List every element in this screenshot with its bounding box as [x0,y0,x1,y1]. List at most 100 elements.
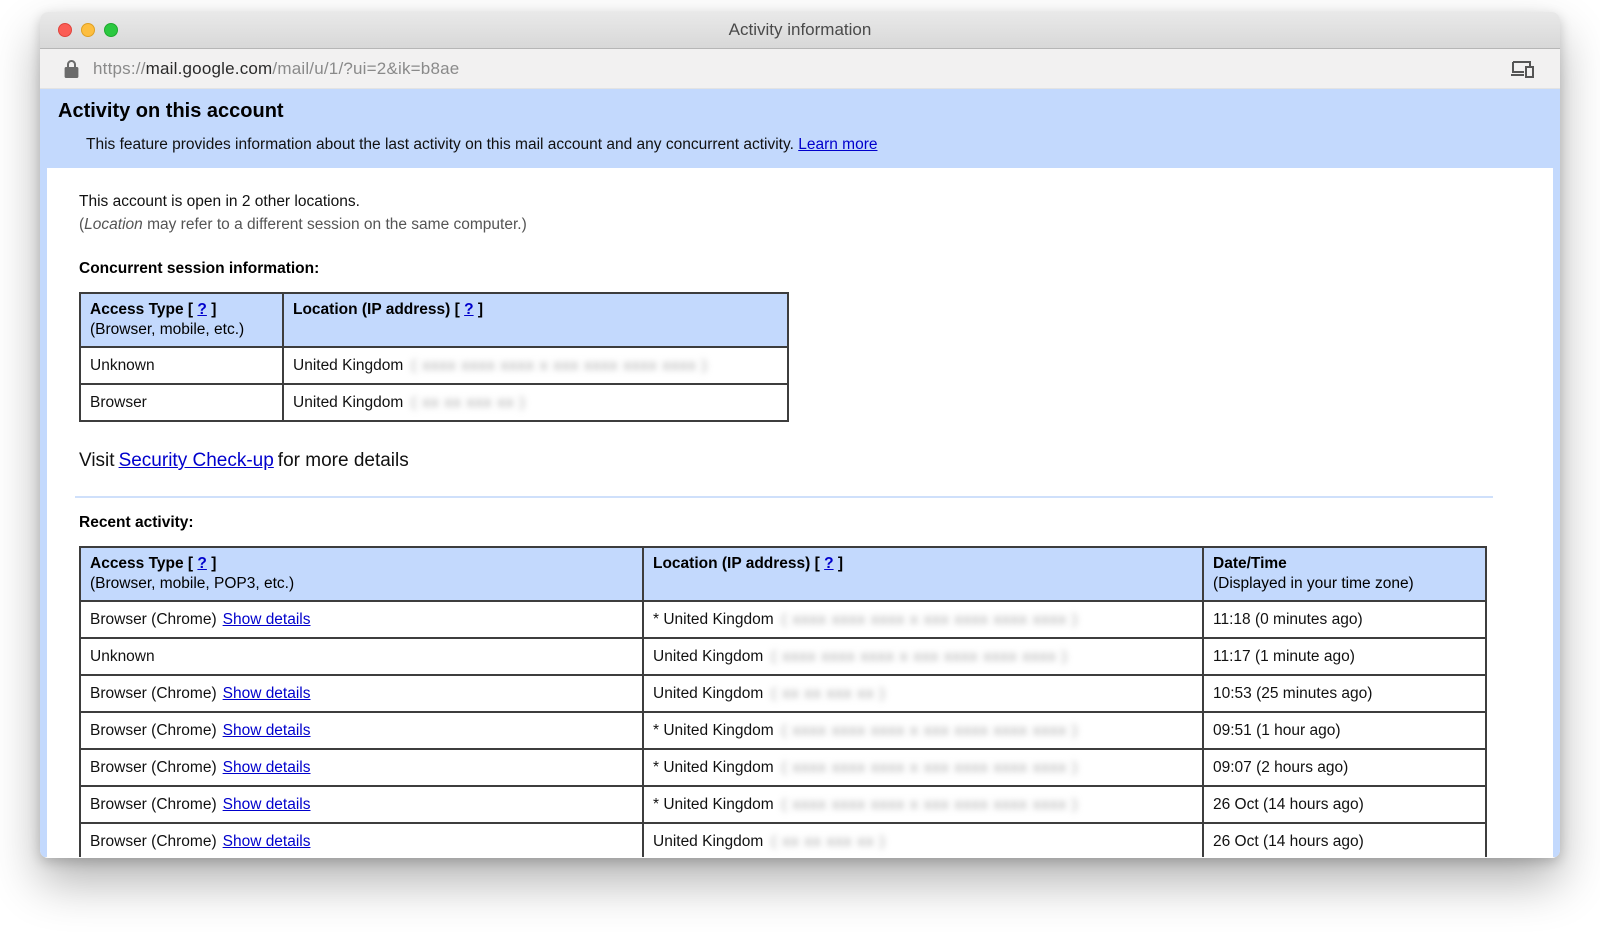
datetime-cell: 11:18 (0 minutes ago) [1203,601,1486,638]
gmail-activity-page: Activity on this account This feature pr… [40,89,1560,857]
table-row: Browser United Kingdom ( xx xx xxx xx ) [80,384,788,421]
datetime-label: Date/Time [1213,554,1476,574]
access-type-cell: Unknown [80,638,643,675]
access-type-cell: Browser (Chrome)Show details [80,712,643,749]
location-text: United Kingdom [653,833,763,850]
minimize-button[interactable] [81,23,95,37]
show-details-link[interactable]: Show details [223,759,311,776]
recent-activity-table: Access Type [ ? ] (Browser, mobile, POP3… [79,546,1487,857]
page-header: Activity on this account This feature pr… [40,89,1560,168]
redacted-ip: ( xxxx xxxx xxxx x xxx xxxx xxxx xxxx ) [782,796,1079,813]
open-locations-text: This account is open in 2 other location… [79,190,1493,213]
access-type-cell: Browser (Chrome) Show details [80,601,643,638]
recent-activity-heading: Recent activity: [79,514,1493,532]
datetime-cell: 09:51 (1 hour ago) [1203,712,1486,749]
location-cell: United Kingdom( xxxx xxxx xxxx x xxx xxx… [283,347,788,384]
access-type-cell: Browser (Chrome) Show details [80,749,643,786]
location-cell: * United Kingdom ( xxxx xxxx xxxx x xxx x… [643,712,1203,749]
access-sublabel: (Browser, mobile, etc.) [90,320,273,340]
security-checkup-line: VisitSecurity Check-upfor more details [79,450,1493,472]
page-subtitle: This feature provides information about … [86,136,1540,154]
table-row: Unknown United Kingdom( xxxx xxxx xxxx x… [80,347,788,384]
access-text: Browser (Chrome) [90,796,217,813]
devices-icon[interactable] [1510,59,1536,79]
intro-text: This account is open in 2 other location… [79,190,1493,236]
location-help-icon[interactable]: ? [824,555,833,572]
browser-window: Activity information https://mail.google… [40,12,1560,858]
access-label: Access Type [ [90,555,193,572]
table-row: Browser (Chrome) Show details * United Ki… [80,749,1486,786]
col-header-access-type: Access Type [ ? ] (Browser, mobile, POP3… [80,547,643,601]
location-bracket: ] [478,301,483,318]
security-checkup-link[interactable]: Security Check-up [119,450,274,471]
location-cell: * United Kingdom( xxxx xxxx xxxx x xxx x… [643,749,1203,786]
window-title: Activity information [729,20,872,40]
col-header-location: Location (IP address) [ ? ] [283,293,788,347]
redacted-ip: ( xx xx xxx xx ) [411,394,525,411]
subtitle-text: This feature provides information about … [86,136,794,153]
table-row: Unknown United Kingdom ( xxxx xxxx xxxx x… [80,638,1486,675]
location-text: United Kingdom [653,685,763,702]
redacted-ip: ( xx xx xxx xx ) [771,833,885,850]
redacted-ip: ( xxxx xxxx xxxx x xxx xxxx xxxx xxxx ) [782,611,1079,628]
show-details-link[interactable]: Show details [223,685,311,702]
access-type-cell: Browser [80,384,283,421]
show-details-link[interactable]: Show details [223,796,311,813]
access-type-cell: Browser (Chrome)Show details [80,823,643,857]
address-text[interactable]: https://mail.google.com/mail/u/1/?ui=2&i… [93,59,459,79]
redacted-ip: ( xxxx xxxx xxxx x xxx xxxx xxxx xxxx ) [771,648,1068,665]
url-bar[interactable]: https://mail.google.com/mail/u/1/?ui=2&i… [40,49,1560,89]
access-bracket: ] [211,555,216,572]
note-rest: may refer to a different session on the … [143,216,527,233]
visit-text: Visit [79,450,115,471]
access-label: Access Type [ [90,301,193,318]
access-text: Browser (Chrome) [90,685,217,702]
zoom-button[interactable] [104,23,118,37]
datetime-cell: 26 Oct (14 hours ago) [1203,823,1486,857]
location-text: * United Kingdom [653,611,774,628]
col-header-datetime: Date/Time (Displayed in your time zone) [1203,547,1486,601]
location-text: * United Kingdom [653,796,774,813]
table-row: Browser (Chrome) Show details United King… [80,675,1486,712]
datetime-cell: 26 Oct (14 hours ago) [1203,786,1486,823]
show-details-link[interactable]: Show details [223,611,311,628]
access-sublabel: (Browser, mobile, POP3, etc.) [90,574,633,594]
location-cell: * United Kingdom ( xxxx xxxx xxxx x xxx x… [643,601,1203,638]
access-bracket: ] [211,301,216,318]
table-row: Browser (Chrome) Show details * United Ki… [80,601,1486,638]
datetime-cell: 11:17 (1 minute ago) [1203,638,1486,675]
location-note: (Location may refer to a different sessi… [79,213,1493,236]
url-host: mail.google.com [146,59,273,78]
access-help-icon[interactable]: ? [197,555,206,572]
details-text: for more details [278,450,409,471]
table-row: Browser (Chrome) Show details * United Ki… [80,786,1486,823]
access-type-cell: Unknown [80,347,283,384]
page-title: Activity on this account [58,100,1540,123]
access-text: Browser (Chrome) [90,759,217,776]
close-button[interactable] [58,23,72,37]
access-type-cell: Browser (Chrome) Show details [80,675,643,712]
concurrent-sessions-table: Access Type [ ? ] (Browser, mobile, etc.… [79,292,789,422]
access-text: Browser (Chrome) [90,611,217,628]
show-details-link[interactable]: Show details [223,833,311,850]
location-text: * United Kingdom [653,722,774,739]
location-text: United Kingdom [653,648,763,665]
lock-icon [64,60,79,78]
access-help-icon[interactable]: ? [197,301,206,318]
show-details-link[interactable]: Show details [223,722,311,739]
redacted-ip: ( xxxx xxxx xxxx x xxx xxxx xxxx xxxx ) [782,759,1079,776]
location-help-icon[interactable]: ? [464,301,473,318]
location-cell: United Kingdom ( xxxx xxxx xxxx x xxx xxx… [643,638,1203,675]
url-scheme: https:// [93,59,146,78]
location-cell: United Kingdom ( xx xx xxx xx ) [643,823,1203,857]
window-controls [58,23,118,37]
datetime-cell: 10:53 (25 minutes ago) [1203,675,1486,712]
location-cell: * United Kingdom ( xxxx xxxx xxxx x xxx x… [643,786,1203,823]
redacted-ip: ( xxxx xxxx xxxx x xxx xxxx xxxx xxxx ) [782,722,1079,739]
content-area: This account is open in 2 other location… [47,168,1553,857]
location-text: United Kingdom [293,394,403,411]
location-label: Location (IP address) [ [653,555,820,572]
learn-more-link[interactable]: Learn more [798,136,877,153]
redacted-ip: ( xxxx xxxx xxxx x xxx xxxx xxxx xxxx ) [411,357,708,374]
table-header-row: Access Type [ ? ] (Browser, mobile, POP3… [80,547,1486,601]
